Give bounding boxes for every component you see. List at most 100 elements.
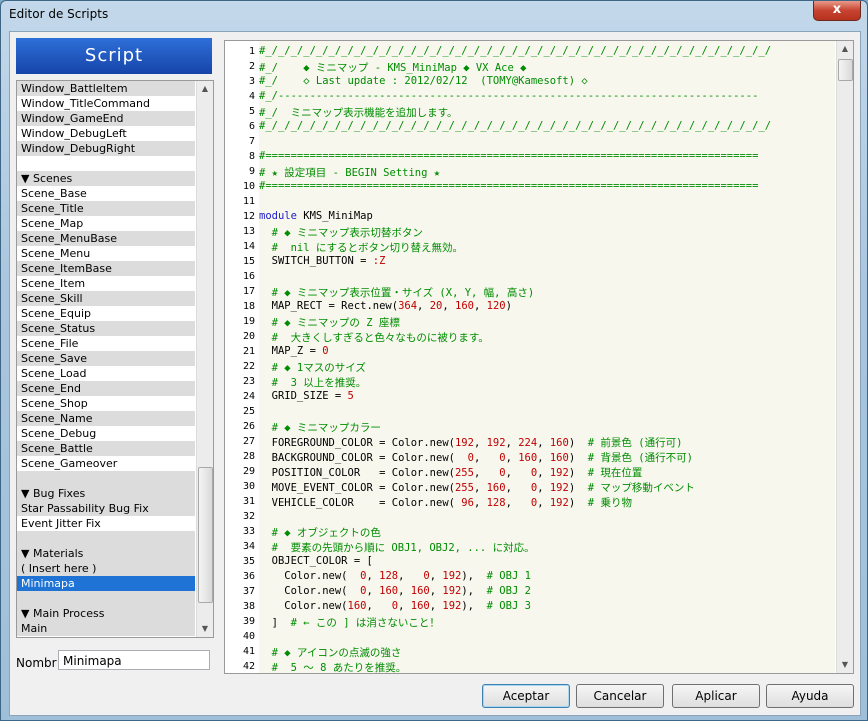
- apply-button[interactable]: Aplicar: [672, 684, 760, 708]
- script-list-item[interactable]: Scene_Item: [17, 276, 195, 291]
- code-token: #_/ ◇ Last update : 2012/02/12 (TOMY@Kam…: [259, 75, 588, 87]
- script-list-item[interactable]: Scene_Base: [17, 186, 195, 201]
- code-line: GRID_SIZE = 5: [259, 390, 354, 402]
- script-list-item[interactable]: Scene_Skill: [17, 291, 195, 306]
- script-list-item[interactable]: Scene_Load: [17, 366, 195, 381]
- code-editor-scrollbar[interactable]: ▲ ▼: [836, 41, 853, 673]
- line-number-gutter: 1 2 3 4 5 6 7 8 9 10 11 12 13 14 15 16 17 18 19 20 21 22 23 24 2…: [225, 41, 259, 673]
- script-list-item[interactable]: [17, 156, 195, 171]
- script-list-item[interactable]: Window_BattleItem: [17, 81, 195, 96]
- script-list-item[interactable]: Scene_Gameover: [17, 456, 195, 471]
- code-line: Color.new( 0, 128, 0, 192), # OBJ 1: [259, 570, 531, 582]
- name-input[interactable]: Minimapa: [58, 650, 210, 670]
- script-list-item[interactable]: Star Passability Bug Fix: [17, 501, 195, 516]
- script-list-scrollbar[interactable]: ▲ ▼: [196, 81, 213, 637]
- script-list-item[interactable]: Scene_Menu: [17, 246, 195, 261]
- script-list-item[interactable]: Scene_Debug: [17, 426, 195, 441]
- code-token: ]: [259, 617, 291, 629]
- line-number: 6: [248, 121, 255, 132]
- script-list-item[interactable]: [17, 471, 195, 486]
- script-list-item[interactable]: Window_TitleCommand: [17, 96, 195, 111]
- script-list-item[interactable]: Window_DebugRight: [17, 141, 195, 156]
- line-number: 9: [248, 166, 255, 177]
- code-token: # マップ移動イベント: [587, 482, 695, 494]
- scroll-down-arrow-icon[interactable]: ▼: [197, 621, 213, 637]
- accept-button[interactable]: Aceptar: [482, 684, 570, 708]
- script-list-item[interactable]: Scene_Map: [17, 216, 195, 231]
- code-line: # ◆ ミニマップカラー: [259, 420, 381, 435]
- code-token: # 大きくしすぎると色々なものに被ります。: [259, 332, 489, 344]
- script-list-item[interactable]: Scene_MenuBase: [17, 231, 195, 246]
- script-section-header[interactable]: ▼ Main Process: [17, 606, 195, 621]
- script-list-item[interactable]: Scene_Battle: [17, 441, 195, 456]
- line-number: 20: [242, 331, 255, 342]
- script-list-item[interactable]: Scene_Name: [17, 411, 195, 426]
- script-list-item[interactable]: Scene_Equip: [17, 306, 195, 321]
- code-token: ,: [473, 452, 500, 464]
- code-line: # ◆ ミニマップ表示切替ボタン: [259, 225, 423, 240]
- code-line: # 3 以上を推奨。: [259, 375, 367, 390]
- script-list-item[interactable]: Event Jitter Fix: [17, 516, 195, 531]
- script-list-item[interactable]: [17, 591, 195, 606]
- code-token: #_/-------------------------------------…: [259, 90, 759, 102]
- script-list-scroll-thumb[interactable]: [198, 467, 213, 603]
- code-token: ,: [366, 570, 380, 582]
- code-token: ): [505, 300, 512, 312]
- code-token: # 5 ～ 8 あたりを推奨。: [259, 662, 407, 674]
- code-area[interactable]: #_/_/_/_/_/_/_/_/_/_/_/_/_/_/_/_/_/_/_/_…: [259, 41, 835, 673]
- script-section-header[interactable]: ▼ Scenes: [17, 171, 195, 186]
- code-token: 255: [454, 467, 474, 479]
- scroll-up-arrow-icon[interactable]: ▲: [197, 81, 213, 97]
- code-token: KMS_MiniMap: [303, 210, 373, 222]
- script-list-item[interactable]: Scene_End: [17, 381, 195, 396]
- code-editor[interactable]: 1 2 3 4 5 6 7 8 9 10 11 12 13 14 15 16 17 18 19 20 21 22 23 24 2…: [224, 40, 854, 674]
- code-token: ,: [429, 600, 443, 612]
- code-line: MAP_RECT = Rect.new(364, 20, 160, 120): [259, 300, 512, 312]
- code-token: ,: [366, 585, 380, 597]
- client-area: Script Window_BattleItem Window_TitleComm…: [9, 31, 861, 716]
- script-section-header[interactable]: ▼ Materials: [17, 546, 195, 561]
- script-list-item[interactable]: Scene_Status: [17, 321, 195, 336]
- code-token: 160: [518, 452, 538, 464]
- script-list-item[interactable]: Main: [17, 621, 195, 636]
- code-line: BACKGROUND_COLOR = Color.new( 0, 0, 160,…: [259, 450, 693, 465]
- script-list-item[interactable]: Window_GameEnd: [17, 111, 195, 126]
- code-token: 160: [410, 585, 430, 597]
- code-line: # ◆ アイコンの点滅の強さ: [259, 645, 402, 660]
- code-token: ,: [473, 482, 487, 494]
- scroll-down-arrow-icon[interactable]: ▼: [837, 657, 853, 673]
- line-number: 13: [242, 226, 255, 237]
- title-bar[interactable]: Editor de Scripts x: [1, 1, 867, 31]
- script-list-item[interactable]: Scene_File: [17, 336, 195, 351]
- code-line: VEHICLE_COLOR = Color.new( 96, 128, 0, 1…: [259, 495, 632, 510]
- script-list-item[interactable]: Scene_Save: [17, 351, 195, 366]
- code-line: #_/_/_/_/_/_/_/_/_/_/_/_/_/_/_/_/_/_/_/_…: [259, 120, 771, 132]
- line-number: 23: [242, 376, 255, 387]
- help-button[interactable]: Ayuda: [766, 684, 854, 708]
- code-line: #_/ ◆ ミニマップ - KMS_MiniMap ◆ VX Ace ◆: [259, 60, 526, 75]
- script-list-item[interactable]: Scene_Title: [17, 201, 195, 216]
- code-line: #_/ ミニマップ表示機能を追加します。: [259, 105, 458, 120]
- code-token: 192: [442, 585, 462, 597]
- script-list[interactable]: Window_BattleItem Window_TitleCommand Wind…: [16, 80, 214, 638]
- code-token: # ★ 設定項目 - BEGIN Setting ★: [259, 167, 441, 179]
- cancel-button[interactable]: Cancelar: [576, 684, 664, 708]
- line-number: 24: [242, 391, 255, 402]
- code-token: 192: [454, 437, 474, 449]
- line-number: 32: [242, 511, 255, 522]
- line-number: 27: [242, 436, 255, 447]
- script-list-item[interactable]: Window_DebugLeft: [17, 126, 195, 141]
- script-list-item[interactable]: Scene_ItemBase: [17, 261, 195, 276]
- script-list-item[interactable]: [17, 531, 195, 546]
- script-list-item[interactable]: ( Insert here ): [17, 561, 195, 576]
- code-token: ): [568, 452, 588, 464]
- script-list-item[interactable]: Minimapa: [17, 576, 195, 591]
- line-number: 31: [242, 496, 255, 507]
- script-section-header[interactable]: ▼ Bug Fixes: [17, 486, 195, 501]
- code-token: # ◆ ミニマップの Z 座標: [259, 317, 400, 329]
- code-token: # OBJ 1: [486, 570, 531, 582]
- script-list-item[interactable]: Scene_Shop: [17, 396, 195, 411]
- code-editor-scroll-thumb[interactable]: [838, 59, 853, 81]
- scroll-up-arrow-icon[interactable]: ▲: [837, 41, 853, 57]
- close-button[interactable]: x: [813, 1, 861, 21]
